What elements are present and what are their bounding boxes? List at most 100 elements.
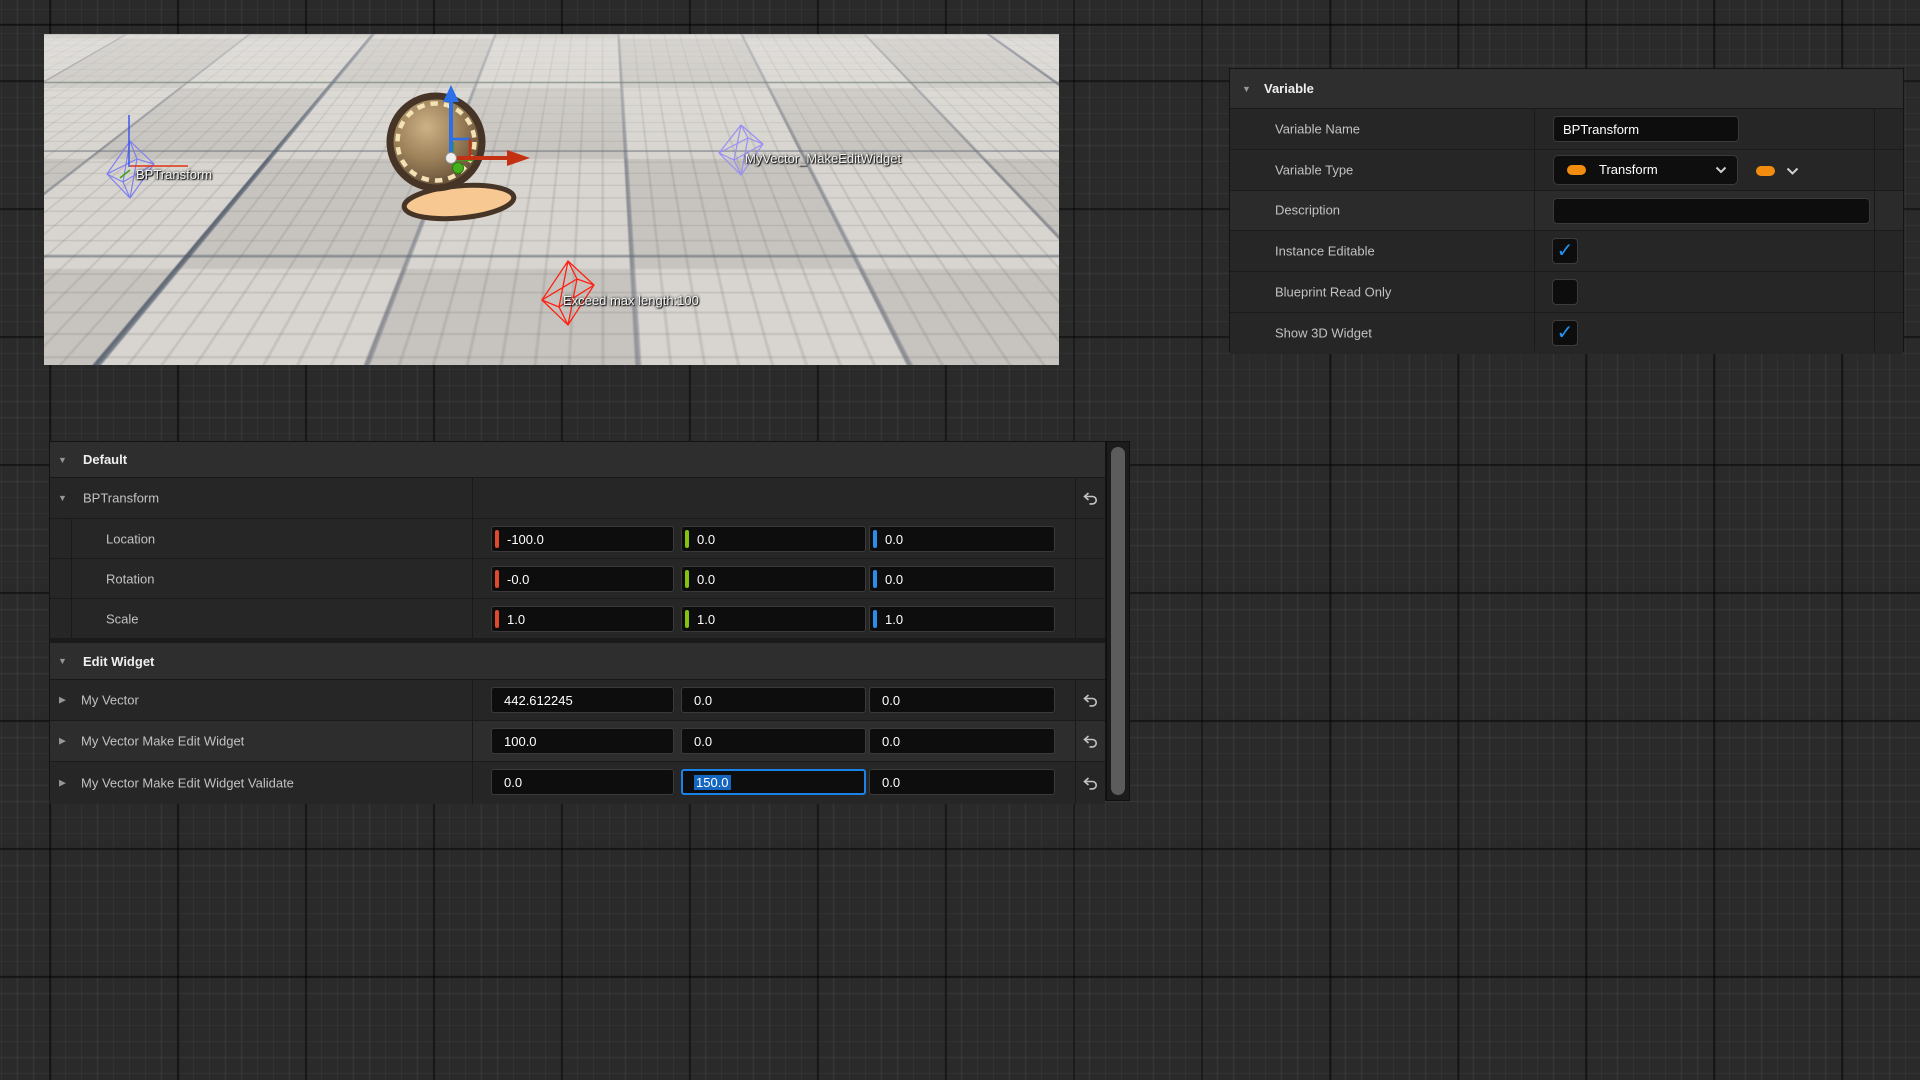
y-axis-bar-icon <box>685 570 689 588</box>
details-scrollbar[interactable] <box>1106 441 1130 801</box>
row-my-vector: ▶ My Vector 442.612245 0.0 0.0 <box>50 680 1105 721</box>
location-x-field[interactable]: -100.0 <box>491 526 674 552</box>
variable-category-title: Variable <box>1264 81 1314 96</box>
y-axis-bar-icon <box>685 530 689 548</box>
edit-widget-category-title: Edit Widget <box>83 654 154 669</box>
gizmo-origin-ball[interactable] <box>446 153 457 164</box>
collapse-triangle-icon[interactable]: ▼ <box>58 455 67 465</box>
chevron-down-icon <box>1715 166 1727 174</box>
collapse-triangle-icon[interactable]: ▼ <box>58 656 67 666</box>
mvmewv-x-field[interactable]: 0.0 <box>491 769 674 795</box>
reset-arrow-icon <box>1083 694 1098 707</box>
reset-to-default-button[interactable] <box>1079 488 1101 508</box>
myvector-makeeditwidget-wireframe[interactable] <box>719 125 763 175</box>
mvmewv-y-selected-text: 150.0 <box>694 775 731 790</box>
my-vector-make-edit-widget-label: My Vector Make Edit Widget <box>81 734 244 749</box>
row-scale: Scale 1.0 1.0 1.0 <box>50 599 1105 639</box>
row-blueprint-read-only: Blueprint Read Only <box>1230 272 1903 313</box>
bptransform-3d-widget-wireframe[interactable] <box>107 115 188 198</box>
container-type-chevron-icon[interactable] <box>1786 167 1799 176</box>
collapse-triangle-icon[interactable]: ▼ <box>58 493 67 503</box>
my-vector-y-field[interactable]: 0.0 <box>681 687 866 713</box>
row-my-vector-make-edit-widget-validate: ▶ My Vector Make Edit Widget Validate 0.… <box>50 762 1105 804</box>
widget-label-exceed-max-length: Exceed max length:100 <box>563 293 699 308</box>
blueprint-read-only-checkbox[interactable] <box>1552 279 1578 305</box>
scale-z-field[interactable]: 1.0 <box>869 606 1055 632</box>
name-value-divider <box>1534 108 1535 351</box>
show-3d-widget-checkbox[interactable]: ✓ <box>1552 320 1578 346</box>
scale-x-value: 1.0 <box>507 612 525 627</box>
variable-name-input[interactable]: BPTransform <box>1553 116 1739 142</box>
x-axis-bar-icon <box>495 570 499 588</box>
row-bptransform: ▼ BPTransform <box>50 478 1105 519</box>
reset-to-default-button[interactable] <box>1079 690 1101 710</box>
row-location: Location -100.0 0.0 0.0 <box>50 519 1105 559</box>
location-label: Location <box>106 531 155 546</box>
row-variable-type: Variable Type Transform <box>1230 150 1903 191</box>
category-edit-widget[interactable]: ▼ Edit Widget <box>50 643 1105 680</box>
expand-triangle-icon[interactable]: ▶ <box>59 778 66 789</box>
my-vector-x-field[interactable]: 442.612245 <box>491 687 674 713</box>
row-description: Description <box>1230 191 1903 232</box>
y-axis-bar-icon <box>685 610 689 628</box>
row-variable-name: Variable Name BPTransform <box>1230 109 1903 150</box>
collapse-triangle-icon[interactable]: ▼ <box>1242 84 1251 94</box>
gizmo-y-ball[interactable] <box>453 163 464 174</box>
scale-y-field[interactable]: 1.0 <box>681 606 866 632</box>
scale-x-field[interactable]: 1.0 <box>491 606 674 632</box>
3d-viewport[interactable]: BPTransform MyVector_MakeEditWidget Exce… <box>44 34 1059 365</box>
mvmewv-z-value: 0.0 <box>882 775 900 790</box>
location-x-value: -100.0 <box>507 532 544 547</box>
my-vector-x-value: 442.612245 <box>504 693 573 708</box>
reset-arrow-icon <box>1083 735 1098 748</box>
widget-label-bptransform: BPTransform <box>136 167 212 182</box>
widget-label-myvector-makeeditwidget: MyVector_MakeEditWidget <box>745 151 901 166</box>
check-icon: ✓ <box>1557 323 1574 343</box>
instance-editable-checkbox[interactable]: ✓ <box>1552 238 1578 264</box>
rotation-z-value: 0.0 <box>885 572 903 587</box>
details-panel: ▼ Default ▼ BPTransform Location -100.0 … <box>49 441 1106 801</box>
variable-category-header[interactable]: ▼ Variable <box>1230 69 1903 109</box>
mvmewv-z-field[interactable]: 0.0 <box>869 769 1055 795</box>
scrollbar-thumb[interactable] <box>1111 447 1125 795</box>
row-rotation: Rotation -0.0 0.0 0.0 <box>50 559 1105 599</box>
expand-triangle-icon[interactable]: ▶ <box>59 695 66 706</box>
z-axis-bar-icon <box>873 570 877 588</box>
instance-editable-label: Instance Editable <box>1275 244 1375 259</box>
mvmew-y-field[interactable]: 0.0 <box>681 728 866 754</box>
variable-type-label: Variable Type <box>1275 162 1353 177</box>
blueprint-read-only-label: Blueprint Read Only <box>1275 285 1391 300</box>
row-instance-editable: Instance Editable ✓ <box>1230 231 1903 272</box>
category-default[interactable]: ▼ Default <box>50 442 1105 478</box>
scale-y-value: 1.0 <box>697 612 715 627</box>
description-label: Description <box>1275 203 1340 218</box>
variable-panel: ▼ Variable Variable Name BPTransform Var… <box>1229 68 1904 352</box>
container-type-pill-icon[interactable] <box>1756 166 1775 176</box>
rotation-x-field[interactable]: -0.0 <box>491 566 674 592</box>
variable-name-value: BPTransform <box>1563 122 1639 137</box>
rotation-z-field[interactable]: 0.0 <box>869 566 1055 592</box>
reset-to-default-button[interactable] <box>1079 773 1101 793</box>
description-input[interactable] <box>1553 198 1870 224</box>
variable-type-dropdown[interactable]: Transform <box>1553 155 1738 185</box>
gizmo-x-arrowhead[interactable] <box>507 150 530 166</box>
x-axis-bar-icon <box>495 530 499 548</box>
mvmew-x-field[interactable]: 100.0 <box>491 728 674 754</box>
x-axis-bar-icon <box>495 610 499 628</box>
reset-arrow-icon <box>1083 777 1098 790</box>
scale-label: Scale <box>106 611 139 626</box>
rotation-label: Rotation <box>106 571 154 586</box>
rotation-x-value: -0.0 <box>507 572 529 587</box>
my-vector-z-field[interactable]: 0.0 <box>869 687 1055 713</box>
variable-name-label: Variable Name <box>1275 121 1360 136</box>
reset-to-default-button[interactable] <box>1079 731 1101 751</box>
rotation-y-field[interactable]: 0.0 <box>681 566 866 592</box>
mvmew-z-value: 0.0 <box>882 734 900 749</box>
expand-triangle-icon[interactable]: ▶ <box>59 736 66 747</box>
mvmew-z-field[interactable]: 0.0 <box>869 728 1055 754</box>
panel-right-divider <box>1874 108 1875 351</box>
location-y-field[interactable]: 0.0 <box>681 526 866 552</box>
location-z-field[interactable]: 0.0 <box>869 526 1055 552</box>
mvmewv-y-field-editing[interactable]: 150.0 <box>681 769 866 795</box>
variable-type-value: Transform <box>1599 162 1658 177</box>
